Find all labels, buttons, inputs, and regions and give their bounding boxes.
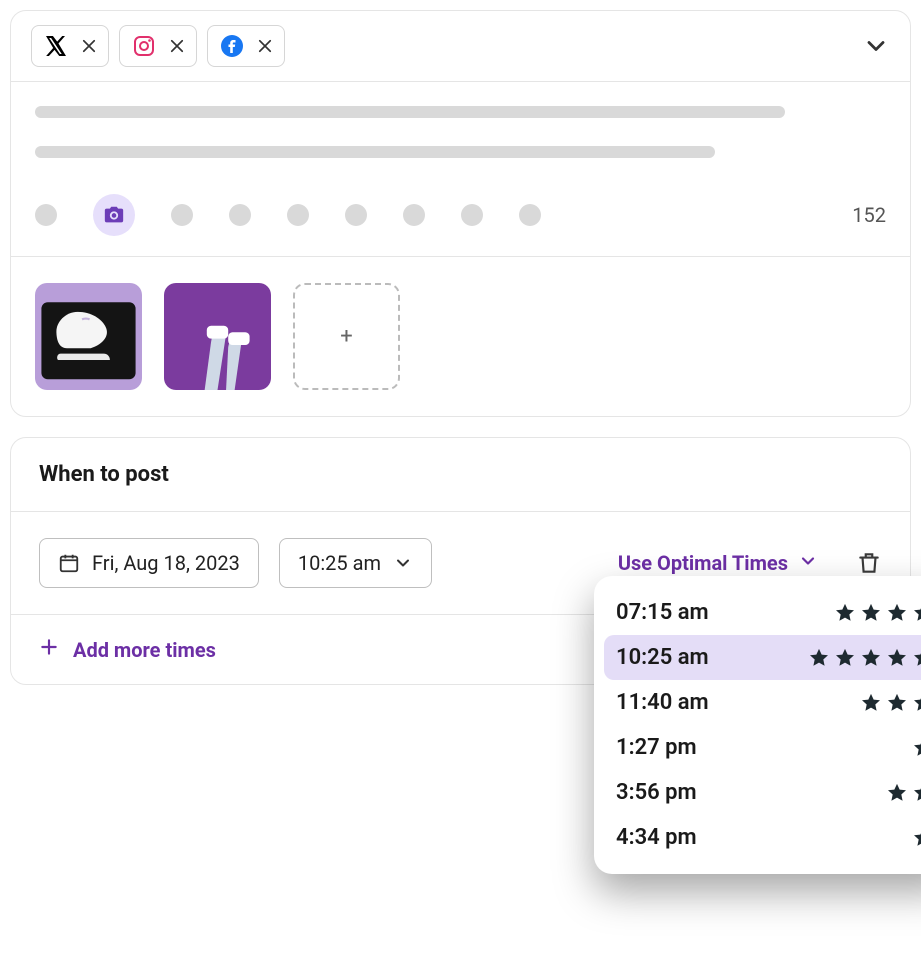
- optimal-time-label: 10:25 am: [616, 645, 709, 670]
- add-media-button[interactable]: +: [293, 283, 400, 390]
- add-more-times-label: Add more times: [73, 638, 216, 662]
- x-icon: [42, 32, 70, 60]
- composer-body: 152: [11, 82, 910, 257]
- tool-placeholder[interactable]: [403, 204, 425, 226]
- channel-chip-facebook[interactable]: [207, 25, 285, 67]
- optimal-time-label: 07:15 am: [616, 600, 709, 625]
- optimal-time-rating: [912, 827, 921, 849]
- channel-chip-instagram[interactable]: [119, 25, 197, 67]
- optimal-time-rating: [860, 692, 921, 714]
- use-optimal-times-button[interactable]: Use Optimal Times: [618, 551, 818, 576]
- facebook-icon: [218, 32, 246, 60]
- schedule-heading: When to post: [39, 462, 882, 487]
- optimal-time-label: 1:27 pm: [616, 735, 697, 760]
- remove-facebook-channel[interactable]: [256, 37, 274, 55]
- optimal-time-option[interactable]: 3:56 pm: [594, 770, 921, 815]
- composer-card: 152 +: [10, 10, 911, 417]
- optimal-time-option[interactable]: 4:34 pm: [594, 815, 921, 860]
- optimal-time-rating: [808, 647, 921, 669]
- optimal-time-rating: [834, 602, 921, 624]
- chevron-down-icon: [798, 551, 818, 576]
- composer-tool-buttons: [35, 194, 541, 236]
- optimal-time-rating: [912, 737, 921, 759]
- date-picker[interactable]: Fri, Aug 18, 2023: [39, 538, 259, 588]
- date-value: Fri, Aug 18, 2023: [92, 551, 240, 575]
- schedule-header: When to post: [11, 438, 910, 512]
- remove-x-channel[interactable]: [80, 37, 98, 55]
- expand-channels-button[interactable]: [862, 32, 890, 60]
- optimal-times-popover: 07:15 am 10:25 am 11:40 am 1:27 pm 3:56 pm 4:…: [594, 576, 921, 874]
- composer-channels-bar: [11, 11, 910, 82]
- tool-placeholder[interactable]: [229, 204, 251, 226]
- optimal-time-option[interactable]: 11:40 am: [594, 680, 921, 725]
- optimal-time-option[interactable]: 07:15 am: [594, 590, 921, 635]
- tool-placeholder[interactable]: [35, 204, 57, 226]
- character-count: 152: [852, 203, 886, 227]
- optimal-time-option[interactable]: 1:27 pm: [594, 725, 921, 770]
- tool-placeholder[interactable]: [461, 204, 483, 226]
- optimal-time-option[interactable]: 10:25 am: [604, 635, 921, 680]
- optimal-time-label: 4:34 pm: [616, 825, 697, 850]
- media-thumbnail[interactable]: [164, 283, 271, 390]
- delete-schedule-button[interactable]: [856, 550, 882, 576]
- channels-list: [31, 25, 285, 67]
- time-picker[interactable]: 10:25 am: [279, 538, 432, 588]
- tool-placeholder[interactable]: [287, 204, 309, 226]
- chevron-down-icon: [393, 553, 413, 573]
- tool-placeholder[interactable]: [171, 204, 193, 226]
- calendar-icon: [58, 552, 80, 574]
- use-optimal-times-label: Use Optimal Times: [618, 551, 788, 575]
- plus-icon: +: [340, 324, 352, 349]
- channel-chip-x[interactable]: [31, 25, 109, 67]
- content-placeholder-line: [35, 106, 785, 118]
- schedule-card: When to post Fri, Aug 18, 2023 10:25 am …: [10, 437, 911, 685]
- optimal-time-rating: [886, 782, 921, 804]
- optimal-time-label: 11:40 am: [616, 690, 709, 715]
- schedule-controls: Fri, Aug 18, 2023 10:25 am Use Optimal T…: [11, 512, 910, 615]
- instagram-icon: [130, 32, 158, 60]
- optimal-time-label: 3:56 pm: [616, 780, 697, 805]
- media-thumbnail[interactable]: [35, 283, 142, 390]
- content-placeholder-line: [35, 146, 715, 158]
- camera-tool-button[interactable]: [93, 194, 135, 236]
- tool-placeholder[interactable]: [345, 204, 367, 226]
- time-value: 10:25 am: [298, 551, 381, 575]
- composer-tools-row: 152: [35, 186, 886, 236]
- remove-instagram-channel[interactable]: [168, 37, 186, 55]
- tool-placeholder[interactable]: [519, 204, 541, 226]
- plus-icon: [39, 637, 59, 662]
- media-attachments-row: +: [11, 257, 910, 416]
